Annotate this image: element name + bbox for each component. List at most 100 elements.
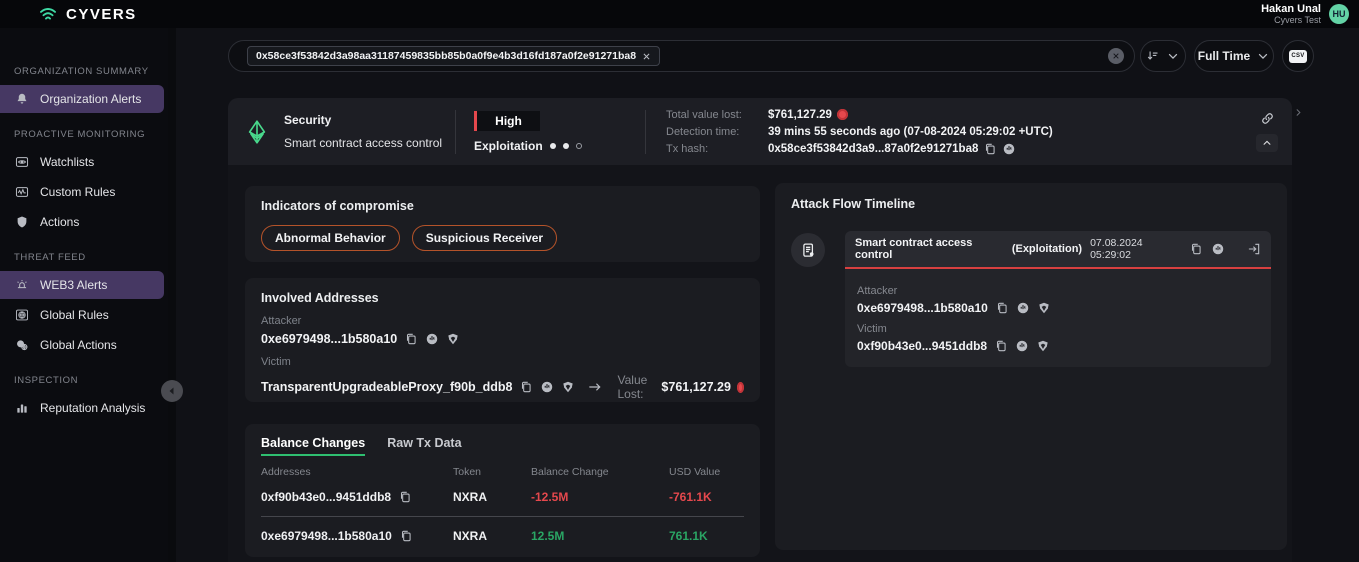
bar-chart-icon (14, 401, 30, 415)
copy-icon[interactable] (404, 332, 418, 346)
row-address: 0xf90b43e0...9451ddb8 (261, 490, 391, 504)
etherscan-icon[interactable] (540, 380, 554, 394)
copy-icon[interactable] (398, 490, 412, 504)
value-lost-label: Value Lost: (617, 373, 655, 401)
metamask-icon[interactable] (446, 332, 460, 346)
avatar[interactable]: HU (1329, 4, 1349, 24)
user-name: Hakan Unal (1261, 3, 1321, 16)
col-token: Token (453, 466, 531, 478)
table-row: 0xf90b43e0...9451ddb8 NXRA -12.5M -761.1… (261, 490, 744, 504)
event-title: Smart contract access control (855, 237, 1004, 261)
sidebar-item-label: Global Rules (40, 308, 109, 322)
balance-table-header: Addresses Token Balance Change USD Value (261, 466, 744, 478)
copy-icon[interactable] (994, 339, 1008, 353)
victim-name: TransparentUpgradeableProxy_f90b_ddb8 (261, 380, 512, 394)
bell-icon (14, 92, 30, 106)
sort-button[interactable] (1140, 40, 1186, 72)
sidebar-item-label: Global Actions (40, 338, 117, 352)
etherscan-icon[interactable] (1016, 301, 1030, 315)
sidebar-item-label: Custom Rules (40, 185, 115, 199)
tab-balance-changes[interactable]: Balance Changes (261, 436, 365, 456)
sidebar-item-actions[interactable]: Actions (0, 208, 164, 236)
search-filter-chip: 0x58ce3f53842d3a98aa31187459835bb85b0a0f… (247, 46, 660, 66)
sidebar-item-label: Organization Alerts (40, 92, 141, 106)
involved-addresses-card: Involved Addresses Attacker 0xe6979498..… (245, 278, 760, 402)
globe-icon (14, 308, 30, 322)
balance-changes-card: Balance Changes Raw Tx Data Addresses To… (245, 424, 760, 557)
event-attacker-address: 0xe6979498...1b580a10 (857, 301, 988, 315)
sidebar-item-label: Reputation Analysis (40, 401, 145, 415)
row-token: NXRA (453, 490, 531, 504)
loss-alert-icon (737, 382, 744, 393)
copy-icon[interactable] (983, 142, 997, 156)
sidebar-item-watchlists[interactable]: Watchlists (0, 148, 164, 176)
etherscan-icon[interactable] (1015, 339, 1029, 353)
indicators-of-compromise-card: Indicators of compromise Abnormal Behavi… (245, 186, 760, 262)
siren-icon (14, 278, 30, 292)
shield-icon (14, 215, 30, 229)
copy-icon[interactable] (1189, 242, 1203, 256)
etherscan-icon[interactable] (1211, 242, 1225, 256)
user-menu[interactable]: Hakan Unal Cyvers Test HU (1261, 3, 1349, 26)
severity-label: High (477, 114, 540, 128)
loss-alert-icon (837, 109, 848, 120)
tab-raw-tx-data[interactable]: Raw Tx Data (387, 436, 461, 456)
alert-type: Smart contract access control (284, 136, 442, 150)
etherscan-icon[interactable] (1002, 142, 1016, 156)
col-addresses: Addresses (261, 466, 453, 478)
col-usd-value: USD Value (669, 466, 744, 478)
alert-detail-panel: Indicators of compromise Abnormal Behavi… (228, 165, 1292, 562)
event-victim-label: Victim (857, 323, 1259, 335)
row-usd-value: 761.1K (669, 529, 744, 543)
sidebar-item-organization-alerts[interactable]: Organization Alerts (0, 85, 164, 113)
chip-remove-icon[interactable] (642, 52, 651, 61)
export-csv-button[interactable]: CSV (1282, 40, 1314, 72)
user-org: Cyvers Test (1261, 15, 1321, 25)
copy-icon[interactable] (399, 529, 413, 543)
sidebar-item-custom-rules[interactable]: Custom Rules (0, 178, 164, 206)
share-link-icon[interactable] (1260, 111, 1275, 126)
time-filter-label: Full Time (1198, 49, 1250, 63)
phase-dot-filled (550, 143, 556, 149)
ioc-title: Indicators of compromise (261, 199, 744, 213)
search-clear-icon[interactable] (1108, 48, 1124, 64)
chevron-down-icon (1166, 49, 1180, 63)
timeline-event[interactable]: Smart contract access control (Exploitat… (845, 231, 1271, 367)
sidebar-item-web3-alerts[interactable]: WEB3 Alerts (0, 271, 164, 299)
row-address: 0xe6979498...1b580a10 (261, 529, 392, 543)
sidebar-collapse-button[interactable] (161, 380, 183, 402)
brand-name: CYVERS (66, 6, 137, 23)
metamask-icon[interactable] (1037, 301, 1051, 315)
alert-summary-row[interactable]: Security Smart contract access control H… (228, 98, 1292, 165)
ioc-chip-suspicious-receiver: Suspicious Receiver (412, 225, 557, 251)
etherscan-icon[interactable] (425, 332, 439, 346)
event-timestamp: 07.08.2024 05:29:02 (1090, 237, 1181, 261)
chevron-down-icon (1256, 49, 1270, 63)
sidebar-item-global-rules[interactable]: Global Rules (0, 301, 164, 329)
section-title-proactive-monitoring: PROACTIVE MONITORING (0, 129, 168, 146)
sidebar-item-label: Watchlists (40, 155, 94, 169)
globes-icon (14, 338, 30, 352)
metamask-icon[interactable] (561, 380, 575, 394)
activity-icon (14, 185, 30, 199)
section-title-inspection: INSPECTION (0, 375, 168, 392)
sidebar-item-global-actions[interactable]: Global Actions (0, 331, 164, 359)
event-phase: (Exploitation) (1012, 243, 1082, 255)
copy-icon[interactable] (995, 301, 1009, 315)
metamask-icon[interactable] (1036, 339, 1050, 353)
time-filter-dropdown[interactable]: Full Time (1194, 40, 1274, 72)
copy-icon[interactable] (519, 380, 533, 394)
sidebar: ORGANIZATION SUMMARY Organization Alerts… (0, 28, 168, 562)
search-input[interactable]: 0x58ce3f53842d3a98aa31187459835bb85b0a0f… (228, 40, 1135, 72)
collapse-alert-button[interactable] (1256, 134, 1278, 152)
phase-dot-hollow (576, 143, 582, 149)
brand: CYVERS (38, 4, 137, 24)
search-chip-text: 0x58ce3f53842d3a98aa31187459835bb85b0a0f… (256, 50, 636, 62)
col-balance-change: Balance Change (531, 466, 669, 478)
alert-category: Security (284, 113, 442, 127)
value-lost-amount: $761,127.29 (661, 380, 731, 394)
open-event-icon[interactable] (1247, 242, 1261, 256)
severity-badge: High (474, 111, 540, 131)
sidebar-item-reputation-analysis[interactable]: Reputation Analysis (0, 394, 164, 422)
next-page-icon[interactable] (1293, 107, 1304, 118)
